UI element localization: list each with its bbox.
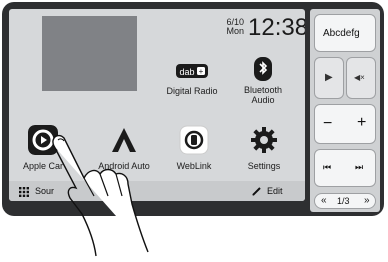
tile-settings[interactable]: Settings — [234, 125, 294, 171]
dab-radio-icon: dab + — [176, 64, 208, 78]
main-screen: 6/10 Mon 12:38 dab + Digital Radio Bluet… — [9, 9, 305, 201]
tile-bluetooth-audio[interactable]: Bluetooth Audio — [231, 56, 295, 105]
date-display: 6/10 Mon — [212, 18, 244, 36]
tile-label: Digital Radio — [166, 86, 218, 96]
play-button[interactable]: ▶ — [314, 57, 344, 99]
svg-text:+: + — [199, 67, 204, 76]
track-control: ⏮ ⏭ — [314, 149, 376, 187]
gear-icon — [251, 127, 277, 153]
volume-control: − + — [314, 104, 376, 144]
tile-label: Apple Car — [22, 161, 64, 171]
tile-apple-carplay[interactable]: Apple Car — [9, 125, 77, 171]
android-auto-icon — [112, 128, 136, 152]
edit-button[interactable]: Edit — [245, 181, 305, 201]
carplay-icon — [28, 125, 58, 155]
sources-button[interactable]: Sour — [9, 181, 129, 201]
volume-down-button[interactable]: − — [323, 115, 332, 133]
source-name-label: Abcdefg — [323, 28, 360, 39]
page-prev-button[interactable]: « — [321, 195, 327, 206]
tile-label: Settings — [247, 161, 281, 171]
mute-icon: ◀× — [354, 73, 365, 82]
next-track-button[interactable]: ⏭ — [355, 162, 363, 173]
side-panel: Abcdefg ▶ ◀× − + ⏮ ⏭ « 1/3 » — [310, 9, 380, 212]
date-weekday: Mon — [226, 26, 244, 36]
sources-label: Sour — [35, 186, 55, 196]
edit-label: Edit — [267, 186, 283, 196]
tile-android-auto[interactable]: Android Auto — [89, 125, 159, 171]
page-number: 1/3 — [337, 196, 350, 206]
tile-label-line2: Audio — [251, 95, 275, 105]
volume-up-button[interactable]: + — [357, 114, 366, 132]
mute-button[interactable]: ◀× — [346, 57, 376, 99]
album-artwork[interactable] — [42, 16, 137, 91]
grid-icon — [19, 187, 29, 197]
bottom-bar: Sour Edit — [9, 181, 305, 201]
prev-track-button[interactable]: ⏮ — [323, 162, 331, 173]
tile-digital-radio[interactable]: dab + Digital Radio — [157, 62, 227, 96]
pencil-icon — [252, 187, 261, 196]
tile-label: WebLink — [176, 161, 212, 171]
page-indicator: « 1/3 » — [314, 193, 376, 209]
tile-label: Android Auto — [98, 161, 150, 171]
bluetooth-icon — [254, 57, 272, 81]
source-name-button[interactable]: Abcdefg — [314, 14, 376, 52]
svg-text:dab: dab — [179, 67, 194, 77]
page-next-button[interactable]: » — [364, 195, 370, 206]
play-icon: ▶ — [325, 72, 333, 83]
clock: 12:38 — [248, 14, 305, 41]
weblink-icon — [179, 125, 209, 155]
tile-label-line1: Bluetooth — [243, 85, 283, 95]
tile-weblink[interactable]: WebLink — [164, 125, 224, 171]
